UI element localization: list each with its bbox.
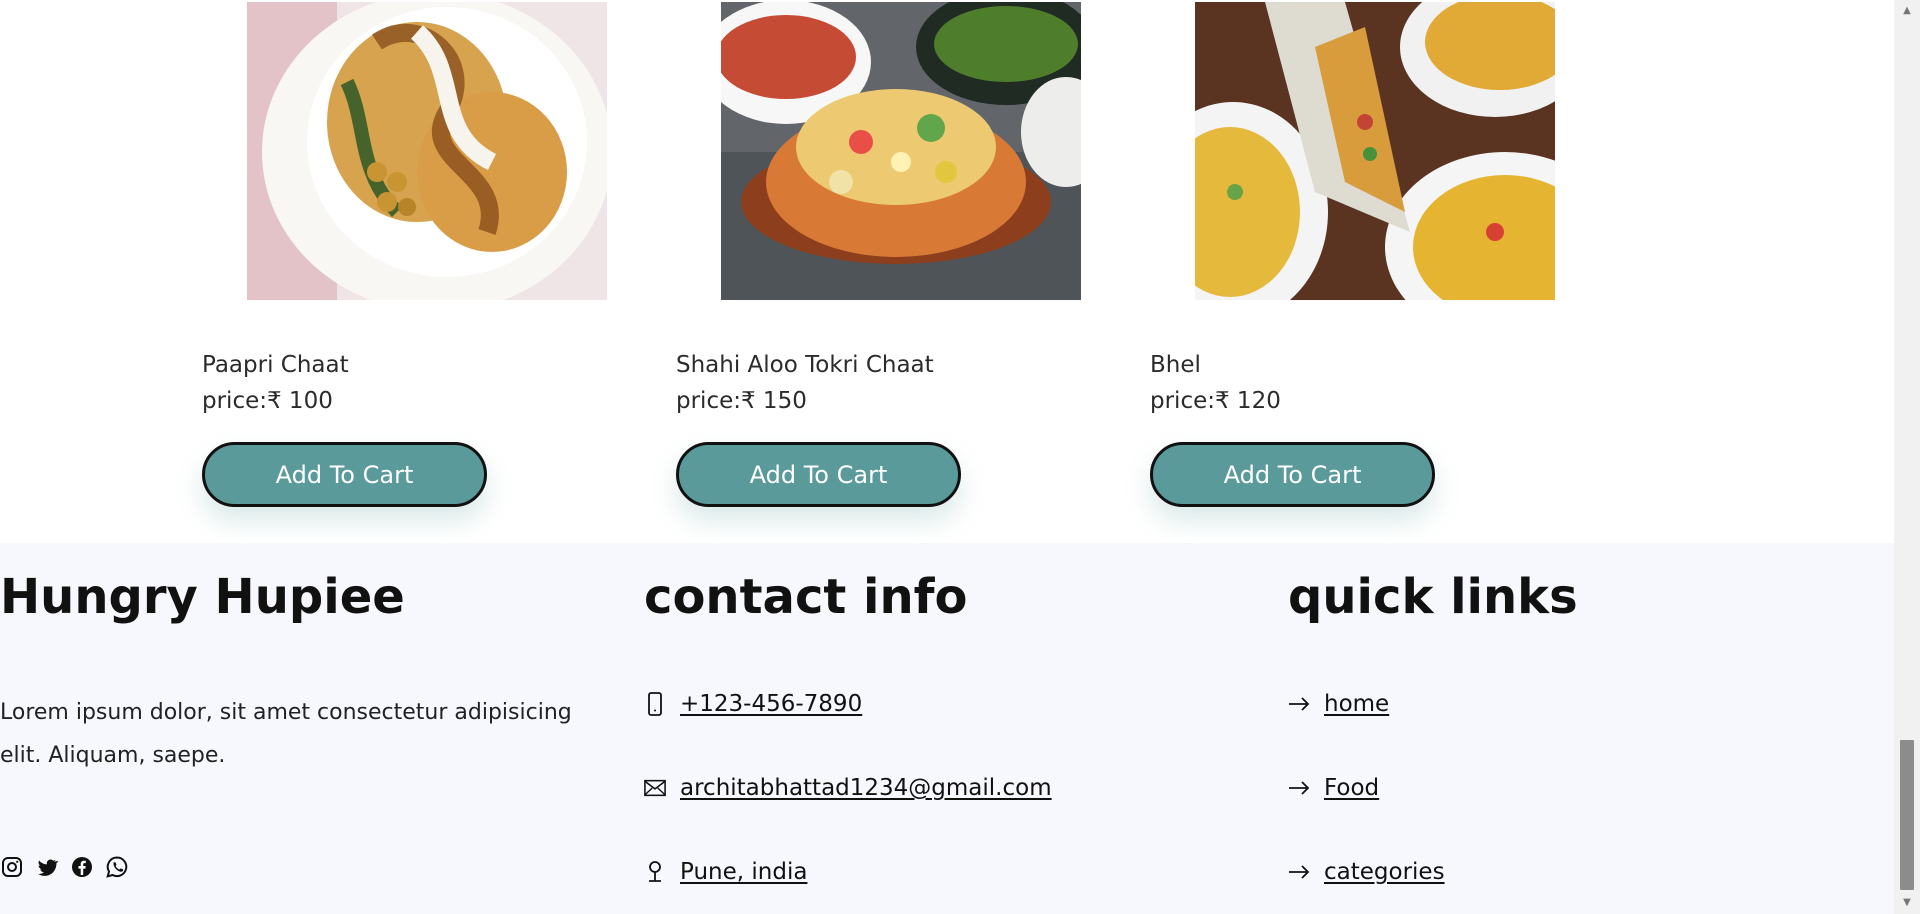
arrow-right-icon [1288, 691, 1310, 717]
instagram-icon[interactable] [0, 855, 24, 879]
product-info-paapri-chaat: Paapri Chaat price:₹ 100 Add To Cart [202, 0, 622, 543]
phone-link[interactable]: +123-456-7890 [644, 691, 862, 717]
scroll-down-icon[interactable]: ▼ [1900, 896, 1914, 910]
quick-link-label[interactable]: Food [1324, 775, 1379, 801]
quick-link-label[interactable]: categories [1324, 859, 1445, 885]
product-name: Shahi Aloo Tokri Chaat [676, 352, 934, 378]
twitter-icon[interactable] [35, 855, 59, 879]
quick-link-food[interactable]: Food [1288, 775, 1379, 801]
product-price: price:₹ 120 [1150, 388, 1281, 414]
phone-number[interactable]: +123-456-7890 [680, 691, 862, 717]
product-price: price:₹ 150 [676, 388, 807, 414]
footer-about-text: Lorem ipsum dolor, sit amet consectetur … [0, 700, 572, 768]
arrow-right-icon [1288, 775, 1310, 801]
location-link[interactable]: Pune, india [644, 859, 807, 885]
email-address[interactable]: architabhattad1234@gmail.com [680, 775, 1052, 801]
email-link[interactable]: architabhattad1234@gmail.com [644, 775, 1052, 801]
scroll-up-icon[interactable]: ▲ [1900, 4, 1914, 18]
location-icon [644, 859, 666, 885]
quick-links-title: quick links [1288, 569, 1578, 625]
product-info-shahi-aloo-tokri-chaat: Shahi Aloo Tokri Chaat price:₹ 150 Add T… [676, 0, 1096, 543]
location-text[interactable]: Pune, india [680, 859, 807, 885]
quick-link-categories[interactable]: categories [1288, 859, 1445, 885]
add-to-cart-button[interactable]: Add To Cart [676, 442, 961, 507]
quick-link-home[interactable]: home [1288, 691, 1389, 717]
footer-brand-title: Hungry Hupiee [0, 569, 405, 625]
footer-quick-links-column: quick links home Food categories [1288, 543, 1808, 914]
product-name: Paapri Chaat [202, 352, 349, 378]
product-info-bhel: Bhel price:₹ 120 Add To Cart [1150, 0, 1570, 543]
site-footer: Hungry Hupiee Lorem ipsum dolor, sit ame… [0, 543, 1894, 914]
product-grid: Paapri Chaat price:₹ 100 Add To Cart Sha… [0, 0, 1894, 543]
vertical-scrollbar[interactable]: ▲ ▼ [1894, 0, 1920, 914]
facebook-icon[interactable] [70, 855, 94, 879]
footer-contact-column: contact info +123-456-7890 architabhatta… [644, 543, 1164, 914]
product-name: Bhel [1150, 352, 1201, 378]
phone-icon [644, 691, 666, 717]
arrow-right-icon [1288, 859, 1310, 885]
social-links [0, 855, 129, 879]
product-price: price:₹ 100 [202, 388, 333, 414]
add-to-cart-button[interactable]: Add To Cart [202, 442, 487, 507]
whatsapp-icon[interactable] [105, 855, 129, 879]
scrollbar-thumb[interactable] [1900, 740, 1914, 890]
quick-link-label[interactable]: home [1324, 691, 1389, 717]
footer-brand-column: Hungry Hupiee Lorem ipsum dolor, sit ame… [0, 543, 600, 914]
add-to-cart-button[interactable]: Add To Cart [1150, 442, 1435, 507]
email-icon [644, 775, 666, 801]
contact-info-title: contact info [644, 569, 968, 625]
